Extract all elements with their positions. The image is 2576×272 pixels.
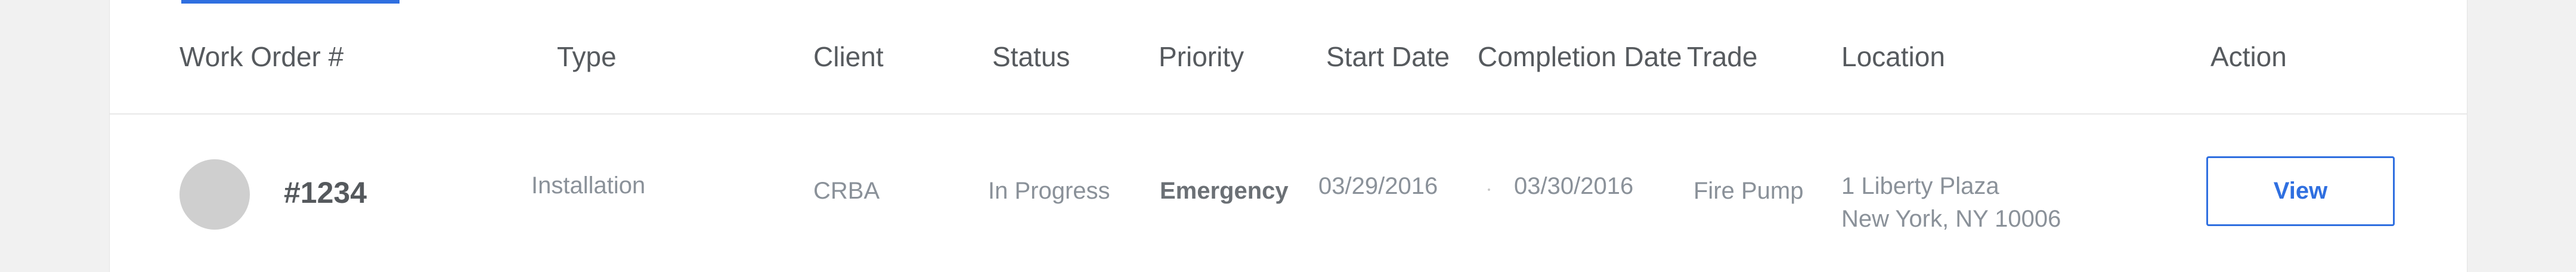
location-cell: 1 Liberty Plaza New York, NY 10006	[1841, 170, 2061, 236]
trade-cell: Fire Pump	[1693, 178, 1804, 204]
type-cell: Installation	[531, 172, 646, 199]
date-separator-dot	[1488, 188, 1490, 191]
column-header-work-order[interactable]: Work Order #	[179, 43, 343, 70]
column-header-start-date[interactable]: Start Date	[1326, 43, 1450, 70]
column-header-completion-date[interactable]: Completion Date	[1478, 43, 1682, 70]
column-header-client[interactable]: Client	[813, 43, 884, 70]
column-header-type[interactable]: Type	[557, 43, 617, 70]
work-order-number[interactable]: #1234	[284, 178, 367, 208]
table-row[interactable]: #1234 Installation CRBA In Progress Emer…	[110, 115, 2467, 272]
work-orders-card: Work Order # Type Client Status Priority…	[109, 0, 2467, 272]
completion-date-cell: 03/30/2016	[1514, 173, 1634, 199]
status-cell: In Progress	[988, 178, 1110, 204]
start-date-cell: 03/29/2016	[1318, 173, 1438, 199]
priority-cell: Emergency	[1160, 178, 1289, 204]
page: Work Order # Type Client Status Priority…	[0, 0, 2576, 272]
location-line-1: 1 Liberty Plaza	[1841, 173, 1999, 199]
table-header: Work Order # Type Client Status Priority…	[110, 4, 2467, 115]
avatar	[179, 159, 250, 230]
column-header-status[interactable]: Status	[992, 43, 1070, 70]
location-line-2: New York, NY 10006	[1841, 206, 2061, 232]
column-header-priority[interactable]: Priority	[1159, 43, 1244, 70]
column-header-trade[interactable]: Trade	[1687, 43, 1757, 70]
client-cell: CRBA	[813, 178, 880, 204]
column-header-action: Action	[2210, 41, 2287, 72]
column-header-location[interactable]: Location	[1841, 43, 1945, 70]
view-button[interactable]: View	[2206, 156, 2395, 226]
